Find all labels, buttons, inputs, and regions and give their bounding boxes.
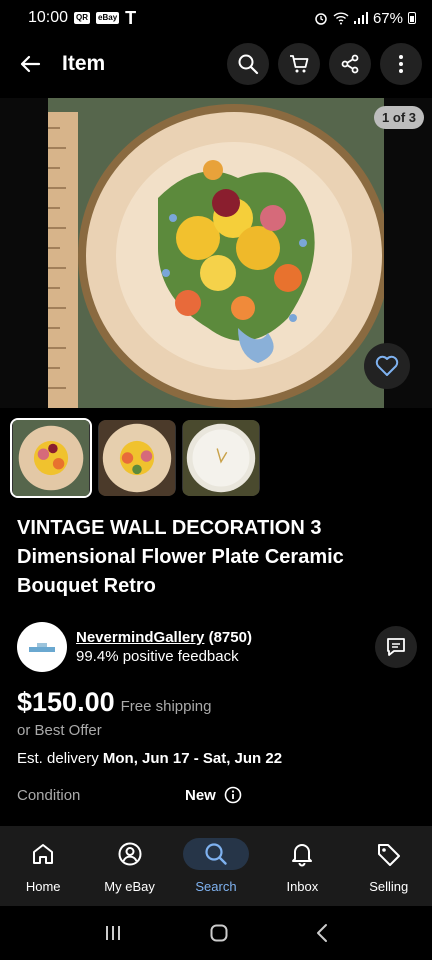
bell-icon <box>292 844 313 867</box>
nav-selling-label: Selling <box>369 879 409 894</box>
thumbnail-image <box>13 420 89 496</box>
share-icon <box>341 54 359 74</box>
carrier-logo: T <box>125 7 137 28</box>
product-image[interactable] <box>48 98 384 408</box>
alarm-icon <box>315 13 327 25</box>
delivery-estimate: Est. delivery Mon, Jun 17 - Sat, Jun 22 <box>17 750 282 767</box>
best-offer-text: or Best Offer <box>17 722 102 739</box>
chat-icon <box>387 638 405 656</box>
seller-feedback-percent: 99.4% positive feedback <box>76 648 239 665</box>
condition-value: New <box>185 786 216 804</box>
flower-plate-illustration <box>48 98 384 408</box>
status-time: 10:00 <box>28 9 69 26</box>
thumbnail-image <box>183 420 259 496</box>
signal-icon <box>353 12 368 24</box>
more-options-button[interactable] <box>380 43 422 85</box>
shipping-info: Free shipping <box>120 698 212 715</box>
seller-name-link[interactable]: NevermindGallery <box>76 629 204 646</box>
system-navigation-bar <box>0 906 432 960</box>
thumbnail-3[interactable] <box>182 420 260 496</box>
image-gallery[interactable]: 1 of 3 <box>0 98 432 408</box>
heart-icon <box>375 355 399 376</box>
avatar[interactable] <box>17 622 67 672</box>
ebay-notification-icon: eBay <box>96 12 120 24</box>
recent-apps-icon[interactable] <box>103 924 123 942</box>
nav-my-ebay[interactable]: My eBay <box>88 838 172 906</box>
wifi-icon <box>333 12 349 25</box>
condition-row: Condition New <box>17 786 417 804</box>
seller-logo-icon <box>29 643 55 652</box>
cart-button[interactable] <box>278 43 320 85</box>
tag-icon <box>377 844 400 866</box>
bottom-navigation: Home My eBay Search Inbox Selling <box>0 826 432 906</box>
home-button-icon[interactable] <box>209 923 229 943</box>
delivery-label: Est. delivery <box>17 750 103 767</box>
battery-percent: 67% <box>372 9 403 27</box>
price: $150.00 <box>17 687 115 717</box>
thumbnail-1[interactable] <box>10 418 92 498</box>
nav-search[interactable]: Search <box>174 838 258 906</box>
nav-inbox-label: Inbox <box>286 879 319 894</box>
share-button[interactable] <box>329 43 371 85</box>
back-button[interactable] <box>18 52 42 76</box>
app-bar: Item <box>0 40 432 88</box>
watchlist-button[interactable] <box>364 343 410 389</box>
qr-notification-icon: QR <box>74 12 91 24</box>
seller-row[interactable]: NevermindGallery (8750) 99.4% positive f… <box>17 622 417 672</box>
back-nav-icon[interactable] <box>315 923 329 943</box>
search-icon <box>205 843 227 865</box>
page-title: Item <box>62 52 106 75</box>
search-button[interactable] <box>227 43 269 85</box>
user-icon <box>118 842 142 866</box>
status-bar: 10:00 QR eBay T 67% <box>0 0 432 36</box>
thumbnail-2[interactable] <box>98 420 176 496</box>
info-icon[interactable] <box>224 786 242 804</box>
condition-label: Condition <box>17 786 81 804</box>
nav-my-ebay-label: My eBay <box>104 879 155 894</box>
nav-inbox[interactable]: Inbox <box>260 838 344 906</box>
delivery-dates: Mon, Jun 17 - Sat, Jun 22 <box>102 750 283 767</box>
cart-icon <box>290 55 309 73</box>
item-title: VINTAGE WALL DECORATION 3 Dimensional Fl… <box>17 517 344 597</box>
more-vertical-icon <box>399 55 403 73</box>
image-counter: 1 of 3 <box>374 106 424 129</box>
arrow-left-icon <box>20 55 41 73</box>
nav-search-label: Search <box>195 879 237 894</box>
thumbnail-strip <box>10 418 260 498</box>
message-seller-button[interactable] <box>375 626 417 668</box>
thumbnail-image <box>99 420 175 496</box>
home-icon <box>33 844 54 864</box>
nav-home[interactable]: Home <box>1 838 85 906</box>
seller-feedback-count: (8750) <box>208 629 252 646</box>
nav-selling[interactable]: Selling <box>347 838 431 906</box>
price-row: $150.00 Free shipping <box>17 687 212 718</box>
search-icon <box>238 54 259 75</box>
nav-home-label: Home <box>25 879 61 894</box>
battery-icon <box>408 12 416 24</box>
